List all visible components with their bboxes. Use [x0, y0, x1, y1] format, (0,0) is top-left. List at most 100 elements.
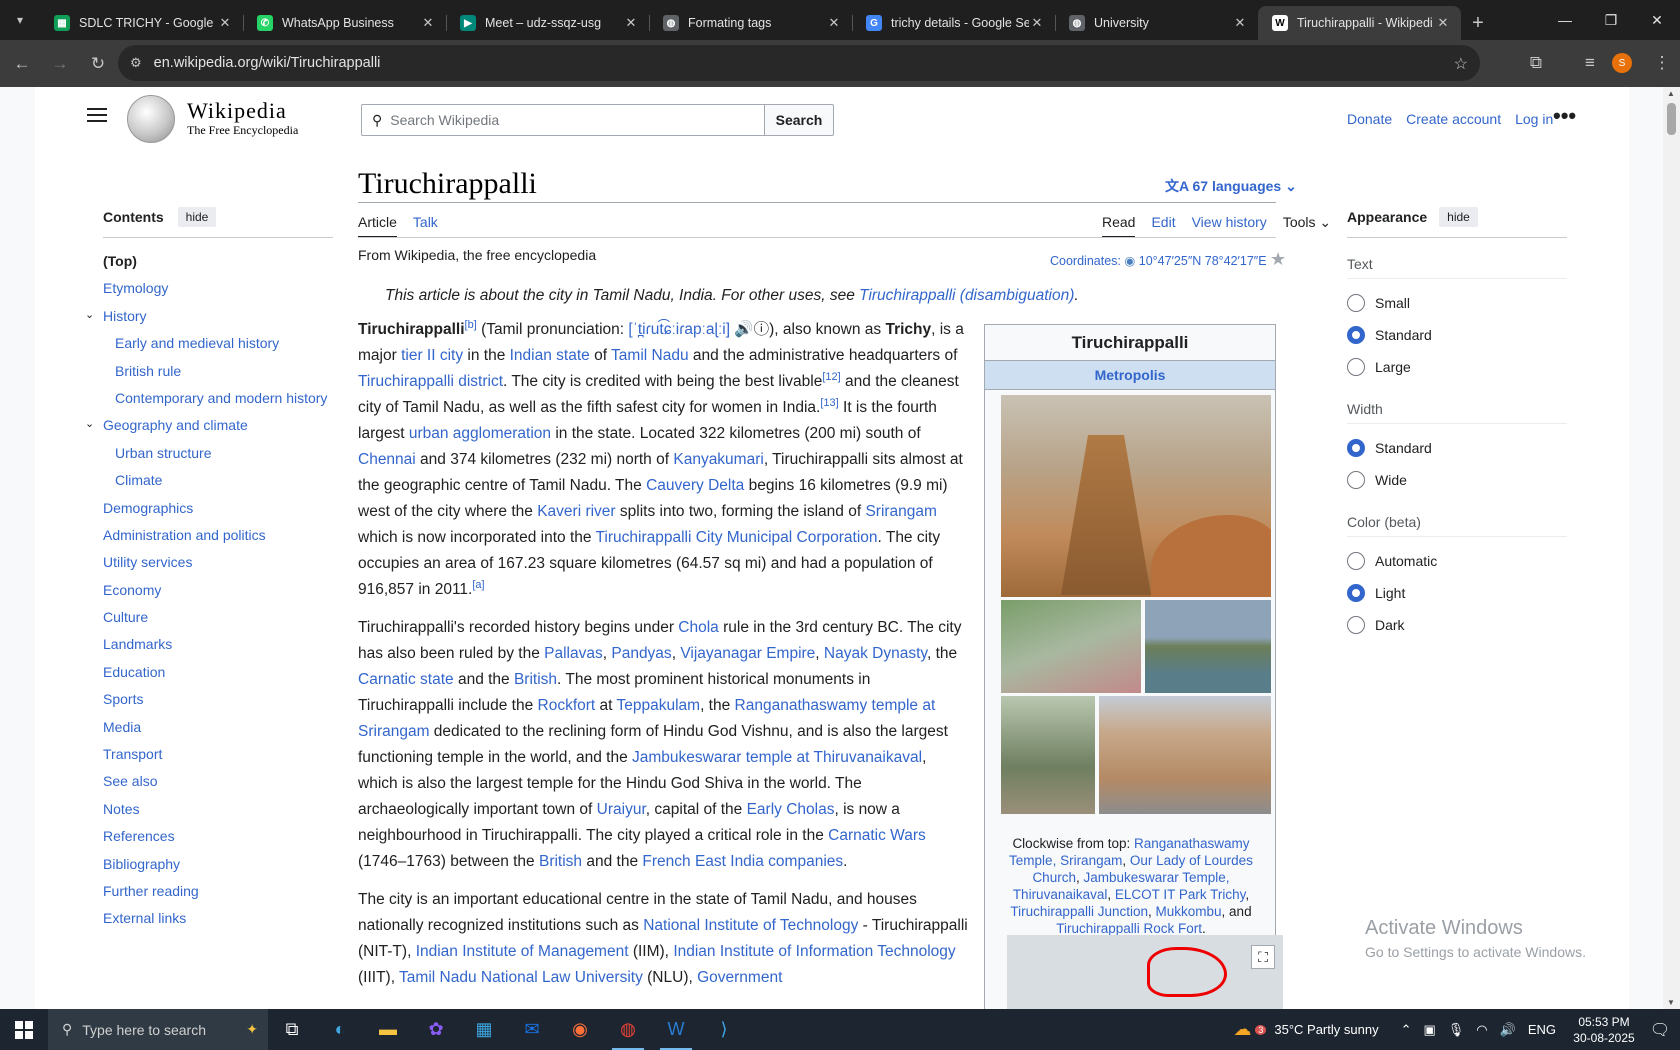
- search-input[interactable]: ⚲ Search Wikipedia: [361, 104, 771, 136]
- option-color-beta-dark[interactable]: Dark: [1347, 609, 1567, 641]
- expand-caret-icon[interactable]: ⌄: [85, 418, 94, 430]
- radio-button[interactable]: [1347, 326, 1365, 344]
- close-tab-icon[interactable]: ✕: [1232, 15, 1248, 31]
- article-link[interactable]: Tiruchirappalli City Municipal Corporati…: [596, 529, 878, 546]
- citation-ref[interactable]: [b]: [465, 319, 477, 331]
- toc-item-culture[interactable]: Culture: [103, 604, 333, 631]
- firefox-icon[interactable]: ◉: [556, 1009, 604, 1050]
- article-link[interactable]: Pandyas: [611, 645, 671, 662]
- close-tab-icon[interactable]: ✕: [826, 15, 842, 31]
- toc-item-history[interactable]: ⌄ History: [85, 303, 333, 330]
- close-tab-icon[interactable]: ✕: [1029, 15, 1045, 31]
- article-link[interactable]: Teppakulam: [616, 697, 700, 714]
- tab-talk[interactable]: Talk: [413, 214, 438, 238]
- toc-item-urban-structure[interactable]: Urban structure: [103, 440, 333, 467]
- toc-item-external-links[interactable]: External links: [103, 905, 333, 932]
- article-link[interactable]: Carnatic Wars: [828, 827, 926, 844]
- article-link[interactable]: Jambukeswarar temple at Thiruvanaikaval: [632, 749, 922, 766]
- radio-button[interactable]: [1347, 584, 1365, 602]
- toc-item-sports[interactable]: Sports: [103, 686, 333, 713]
- toc-item-geography-and-climate[interactable]: ⌄ Geography and climate: [85, 412, 333, 439]
- expand-caret-icon[interactable]: ⌄: [85, 309, 94, 321]
- article-link[interactable]: Cauvery Delta: [646, 477, 744, 494]
- citation-ref[interactable]: [12]: [822, 371, 840, 383]
- article-link[interactable]: tier II city: [401, 347, 463, 364]
- store-icon[interactable]: ▦: [460, 1009, 508, 1050]
- article-link[interactable]: Indian Institute of Information Technolo…: [673, 943, 955, 960]
- bookmark-star-icon[interactable]: ☆: [1454, 54, 1468, 74]
- infobox-subtitle[interactable]: Metropolis: [985, 360, 1275, 390]
- log-in-link[interactable]: Log in: [1515, 111, 1553, 127]
- tools-menu[interactable]: Tools ⌄: [1283, 214, 1331, 238]
- globe-icon[interactable]: ◉: [1124, 254, 1135, 268]
- article-link[interactable]: Mukkombu: [1156, 904, 1222, 919]
- article-link[interactable]: Early Cholas: [747, 801, 835, 818]
- site-info-icon[interactable]: ⚙: [130, 55, 142, 71]
- tab-meet-udz-ssqz-usg[interactable]: ▶ Meet – udz-ssqz-usg ✕: [446, 6, 649, 40]
- reload-button[interactable]: ↻: [82, 48, 114, 80]
- article-link[interactable]: Chennai: [358, 451, 416, 468]
- citation-ref[interactable]: [13]: [820, 397, 838, 409]
- meet-tray-icon[interactable]: ▣: [1423, 1022, 1435, 1038]
- article-link[interactable]: Tamil Nadu National Law University: [399, 969, 643, 986]
- tab-edit[interactable]: Edit: [1151, 214, 1175, 238]
- locator-map[interactable]: ⛶: [1007, 935, 1283, 1009]
- new-tab-button[interactable]: +: [1461, 6, 1495, 40]
- tab-formating-tags[interactable]: ◍ Formating tags ✕: [649, 6, 852, 40]
- article-link[interactable]: Rockfort: [538, 697, 596, 714]
- temple-gopuram-photo[interactable]: [1001, 395, 1271, 597]
- language-indicator[interactable]: ENG: [1528, 1022, 1556, 1037]
- tab-search-button[interactable]: ▾: [0, 0, 40, 40]
- vscode-icon[interactable]: ⟩: [700, 1009, 748, 1050]
- hatnote-link[interactable]: Tiruchirappalli (disambiguation): [859, 287, 1074, 304]
- radio-button[interactable]: [1347, 552, 1365, 570]
- donate-link[interactable]: Donate: [1347, 111, 1392, 127]
- radio-button[interactable]: [1347, 294, 1365, 312]
- toc-item-demographics[interactable]: Demographics: [103, 495, 333, 522]
- search-button[interactable]: Search: [764, 104, 834, 136]
- wikipedia-wordmark[interactable]: Wikipedia: [187, 98, 287, 124]
- address-bar[interactable]: ⚙ en.wikipedia.org/wiki/Tiruchirappalli …: [118, 45, 1480, 81]
- article-link[interactable]: Kaveri river: [537, 503, 615, 520]
- toc-item-etymology[interactable]: Etymology: [103, 275, 333, 302]
- show-hidden-icons-icon[interactable]: ⌃: [1401, 1022, 1412, 1038]
- article-link[interactable]: British: [539, 853, 582, 870]
- toc-item-media[interactable]: Media: [103, 714, 333, 741]
- option-text-large[interactable]: Large: [1347, 351, 1567, 383]
- tab-university[interactable]: ◍ University ✕: [1055, 6, 1258, 40]
- close-tab-icon[interactable]: ✕: [420, 15, 436, 31]
- toc-item-landmarks[interactable]: Landmarks: [103, 631, 333, 658]
- tab-tiruchirappalli-wikipedi[interactable]: W Tiruchirappalli - Wikipedi ✕: [1258, 6, 1461, 40]
- toc-item-further-reading[interactable]: Further reading: [103, 878, 333, 905]
- extensions-icon[interactable]: ⧉: [1520, 47, 1552, 79]
- option-width-wide[interactable]: Wide: [1347, 464, 1567, 496]
- article-link[interactable]: Vijayanagar Empire: [680, 645, 815, 662]
- appearance-hide-button[interactable]: hide: [1439, 207, 1478, 227]
- article-link[interactable]: Tiruchirappalli Junction: [1010, 904, 1148, 919]
- restore-button[interactable]: ❐: [1588, 0, 1634, 40]
- toc-item-see-also[interactable]: See also: [103, 768, 333, 795]
- toc-item-references[interactable]: References: [103, 823, 333, 850]
- article-link[interactable]: Indian state: [510, 347, 590, 364]
- toc-item-transport[interactable]: Transport: [103, 741, 333, 768]
- vertical-scrollbar[interactable]: ▲ ▼: [1663, 87, 1680, 1009]
- microphone-icon[interactable]: 🎙: [1448, 1022, 1465, 1038]
- more-options-icon[interactable]: •••: [1553, 103, 1576, 129]
- tab-whatsapp-business[interactable]: ✆ WhatsApp Business ✕: [243, 6, 446, 40]
- toc-item-climate[interactable]: Climate: [103, 467, 333, 494]
- elcot-it-park-photo[interactable]: [1099, 696, 1271, 814]
- profile-avatar[interactable]: S: [1612, 53, 1632, 73]
- taskbar-search-input[interactable]: ⚲ Type here to search ✦: [48, 1009, 268, 1050]
- article-link[interactable]: Pallavas: [544, 645, 603, 662]
- article-link[interactable]: [ˈt̪iɾut͡ɕːiɾapːaɭːi]: [628, 321, 730, 338]
- task-view-icon[interactable]: ⧉: [268, 1009, 316, 1050]
- article-link[interactable]: ELCOT IT Park Trichy: [1115, 887, 1246, 902]
- file-explorer-icon[interactable]: ▬: [364, 1009, 412, 1050]
- toc-item-contemporary-and-modern-history[interactable]: Contemporary and modern history: [103, 385, 333, 412]
- weather-text[interactable]: 35°C Partly sunny: [1274, 1022, 1378, 1037]
- article-link[interactable]: Tamil Nadu: [611, 347, 689, 364]
- article-link[interactable]: National Institute of Technology: [643, 917, 858, 934]
- article-link[interactable]: Srirangam: [865, 503, 937, 520]
- article-link[interactable]: Indian Institute of Management: [416, 943, 629, 960]
- media-control-icon[interactable]: ≡: [1574, 47, 1606, 79]
